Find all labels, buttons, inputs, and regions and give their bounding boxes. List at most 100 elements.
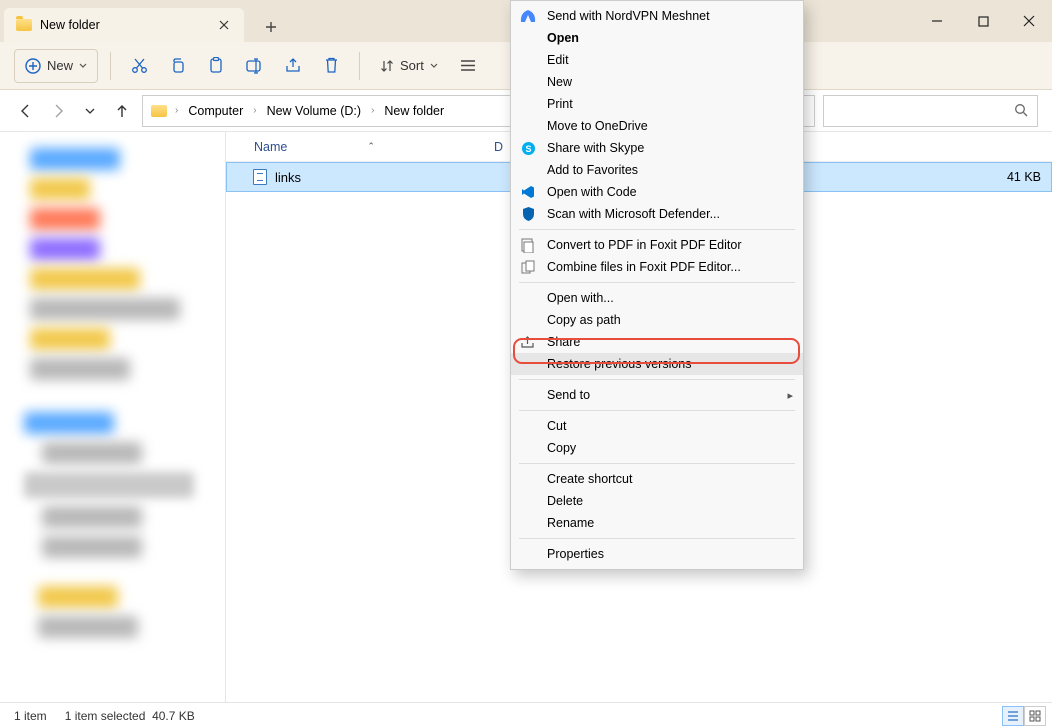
status-bar: 1 item 1 item selected 40.7 KB	[0, 702, 1052, 728]
new-button[interactable]: New	[14, 49, 98, 83]
status-size: 40.7 KB	[152, 709, 195, 723]
ctx-open-with[interactable]: Open with...	[511, 287, 803, 309]
combine-icon	[519, 258, 537, 276]
close-tab-button[interactable]	[216, 17, 232, 33]
shield-icon	[519, 205, 537, 223]
ctx-new[interactable]: New	[511, 71, 803, 93]
file-name: links	[275, 170, 301, 185]
window-controls	[914, 0, 1052, 42]
breadcrumb[interactable]: New Volume (D:)	[263, 104, 365, 118]
context-menu: Send with NordVPN Meshnet Open Edit New …	[510, 0, 804, 570]
sidebar-item[interactable]	[42, 536, 142, 558]
ctx-copy[interactable]: Copy	[511, 437, 803, 459]
sidebar-item[interactable]	[30, 268, 140, 290]
recent-button[interactable]	[78, 99, 102, 123]
column-name[interactable]: Name	[254, 140, 287, 154]
ctx-send-nordvpn[interactable]: Send with NordVPN Meshnet	[511, 5, 803, 27]
pdf-icon	[519, 236, 537, 254]
window-tab[interactable]: New folder	[4, 8, 244, 42]
ctx-print[interactable]: Print	[511, 93, 803, 115]
cut-button[interactable]	[123, 49, 156, 83]
separator	[519, 379, 795, 380]
sidebar-item[interactable]	[42, 506, 142, 528]
ctx-scan-defender[interactable]: Scan with Microsoft Defender...	[511, 203, 803, 225]
sidebar-item[interactable]	[24, 472, 194, 498]
view-button[interactable]	[452, 49, 484, 83]
ctx-cut[interactable]: Cut	[511, 415, 803, 437]
ctx-edit[interactable]: Edit	[511, 49, 803, 71]
column-partial[interactable]: D	[494, 140, 503, 154]
status-count: 1 item	[14, 709, 47, 723]
rename-button[interactable]	[238, 49, 271, 83]
separator	[359, 52, 360, 80]
breadcrumb[interactable]: Computer	[184, 104, 247, 118]
ctx-create-shortcut[interactable]: Create shortcut	[511, 468, 803, 490]
tab-title: New folder	[40, 18, 208, 32]
sort-caret-icon: ⌃	[367, 141, 375, 152]
folder-icon	[151, 105, 167, 117]
up-button[interactable]	[110, 99, 134, 123]
chevron-right-icon: ›	[371, 105, 374, 116]
ctx-delete[interactable]: Delete	[511, 490, 803, 512]
new-tab-button[interactable]	[256, 12, 286, 42]
document-icon	[253, 169, 267, 185]
chevron-down-icon	[430, 62, 438, 70]
ctx-restore-previous[interactable]: Restore previous versions	[511, 353, 803, 375]
sort-label: Sort	[400, 58, 424, 73]
sidebar-item[interactable]	[38, 616, 138, 638]
ctx-combine-pdf[interactable]: Combine files in Foxit PDF Editor...	[511, 256, 803, 278]
sidebar-item[interactable]	[42, 442, 142, 464]
details-view-button[interactable]	[1002, 706, 1024, 726]
separator	[110, 52, 111, 80]
chevron-right-icon: ›	[253, 105, 256, 116]
ctx-open-code[interactable]: Open with Code	[511, 181, 803, 203]
separator	[519, 229, 795, 230]
copy-button[interactable]	[162, 49, 194, 83]
sort-button[interactable]: Sort	[372, 58, 446, 73]
sidebar-item[interactable]	[24, 412, 114, 434]
back-button[interactable]	[14, 99, 38, 123]
ctx-copy-path[interactable]: Copy as path	[511, 309, 803, 331]
status-selected: 1 item selected	[65, 709, 146, 723]
sidebar-item[interactable]	[38, 586, 118, 608]
share-button[interactable]	[277, 49, 310, 83]
sidebar-item[interactable]	[30, 298, 180, 320]
file-size-cell: 41 KB	[997, 162, 1052, 192]
chevron-right-icon: ›	[175, 105, 178, 116]
ctx-properties[interactable]: Properties	[511, 543, 803, 565]
sidebar-item[interactable]	[30, 328, 110, 350]
new-label: New	[47, 58, 73, 73]
search-input[interactable]	[823, 95, 1038, 127]
delete-button[interactable]	[316, 49, 347, 83]
sidebar-item[interactable]	[30, 178, 90, 200]
breadcrumb[interactable]: New folder	[380, 104, 448, 118]
separator	[519, 538, 795, 539]
skype-icon: S	[519, 139, 537, 157]
maximize-button[interactable]	[960, 0, 1006, 42]
ctx-share-skype[interactable]: SShare with Skype	[511, 137, 803, 159]
search-icon	[1014, 103, 1029, 118]
ctx-share[interactable]: Share	[511, 331, 803, 353]
navigation-pane[interactable]	[0, 132, 226, 702]
ctx-add-favorites[interactable]: Add to Favorites	[511, 159, 803, 181]
minimize-button[interactable]	[914, 0, 960, 42]
nordvpn-icon	[519, 7, 537, 25]
sidebar-item[interactable]	[30, 148, 120, 170]
sidebar-item[interactable]	[30, 358, 130, 380]
chevron-down-icon	[79, 62, 87, 70]
sidebar-item[interactable]	[30, 208, 100, 230]
ctx-send-to[interactable]: Send to▸	[511, 384, 803, 406]
ctx-open[interactable]: Open	[511, 27, 803, 49]
paste-button[interactable]	[200, 49, 232, 83]
separator	[519, 463, 795, 464]
close-window-button[interactable]	[1006, 0, 1052, 42]
vscode-icon	[519, 183, 537, 201]
chevron-right-icon: ▸	[787, 389, 793, 402]
sidebar-item[interactable]	[30, 238, 100, 260]
icons-view-button[interactable]	[1024, 706, 1046, 726]
forward-button[interactable]	[46, 99, 70, 123]
ctx-rename[interactable]: Rename	[511, 512, 803, 534]
ctx-convert-pdf[interactable]: Convert to PDF in Foxit PDF Editor	[511, 234, 803, 256]
ctx-move-onedrive[interactable]: Move to OneDrive	[511, 115, 803, 137]
separator	[519, 410, 795, 411]
